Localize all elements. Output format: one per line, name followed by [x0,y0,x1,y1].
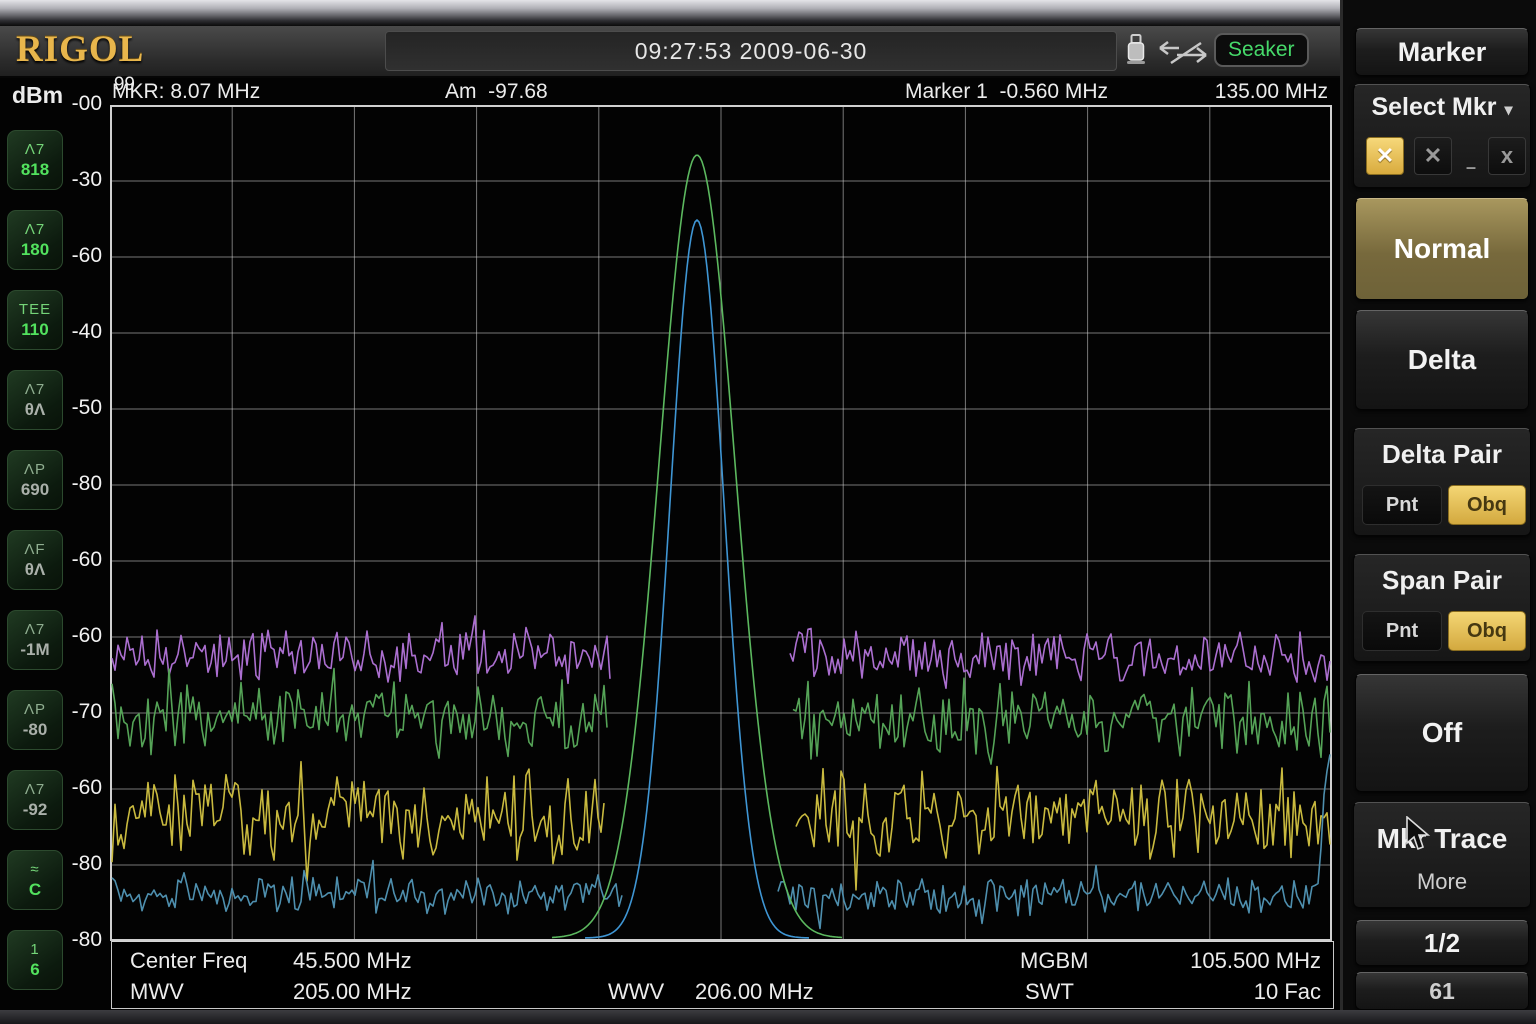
trace-key-value: -1M [20,640,49,660]
clock-text: 09:27:53 2009-06-30 [635,38,868,65]
vbw-label: MWV [130,979,184,1005]
trace-style-icon: TEE [19,300,51,320]
trace-style-icon: Λ7 [25,620,45,640]
trace-key-value: 110 [21,320,48,340]
marker-amplitude-readout: Am -97.68 [445,80,548,104]
trace-noise-green [793,678,1330,764]
trace-key-value: 690 [21,480,49,500]
trace-key-value: -80 [23,720,48,740]
normal-button[interactable]: Normal [1355,198,1529,300]
softkey-menu: Marker Select Mkr▾ ✕✕–x Normal Delta Del… [1340,0,1536,1024]
trace-key-button[interactable]: ≈C [7,850,63,910]
trace-peak-blue [585,220,809,938]
trace-key-button[interactable]: TEE110 [7,290,63,350]
speaker-status-badge: Seaker [1214,33,1309,67]
delta-button[interactable]: Delta [1355,310,1529,410]
ref-osc-value: 206.00 MHz [695,979,814,1005]
trace-key-value: 180 [21,240,49,260]
trace-noise-yellow [796,767,1330,890]
display-screen: dBm 99 MKR: 8.07 MHz Am -97.68 Marker 1 … [0,78,1340,1010]
trace-key-button[interactable]: Λ7-92 [7,770,63,830]
ref-osc-label: WWV [608,979,664,1005]
chevron-down-icon: ▾ [1505,102,1513,119]
delta-pair-delta-button[interactable]: Obq [1448,485,1526,525]
trace-style-icon: Λ7 [25,220,45,240]
menu-title-marker: Marker [1355,28,1529,76]
trace-key-button[interactable]: Λ7-1M [7,610,63,670]
delta-pair-panel[interactable]: Delta Pair Pnt Obq [1353,428,1531,536]
trace-key-button[interactable]: ΛP690 [7,450,63,510]
trace-key-value: θΛ [25,400,46,420]
trace-key-value: -92 [23,800,48,820]
trace-key-button[interactable]: Λ7θΛ [7,370,63,430]
mkr-trace-label: Mkr Trace [1354,823,1530,855]
trace-style-icon: ΛF [24,540,45,560]
bottom-info-box: Center Freq 45.500 MHz MGBM 105.500 MHz … [111,941,1334,1009]
trace-key-button[interactable]: ΛFθΛ [7,530,63,590]
select-mkr-label: Select Mkr▾ [1354,93,1530,122]
trace-noise-purple [112,616,610,683]
marker-slot-button[interactable]: ✕ [1414,137,1452,175]
usb-icon [1125,33,1147,74]
trace-key-button[interactable]: ΛP-80 [7,690,63,750]
trace-style-icon: ΛP [24,460,46,480]
speaker-label: Seaker [1228,38,1295,62]
mouse-cursor-icon [1404,816,1432,857]
span-pair-panel[interactable]: Span Pair Pnt Obq [1353,554,1531,662]
header-bar: RIGOL 09:27:53 2009-06-30 Seaker [0,26,1340,78]
stop-freq-value: 105.500 MHz [1190,948,1321,974]
marker-slot-button[interactable]: x [1488,137,1526,175]
top-bezel [0,0,1536,26]
trace-key-button[interactable]: Λ7818 [7,130,63,190]
trace-key-button[interactable]: Λ7180 [7,210,63,270]
delta-pair-label: Delta Pair [1354,439,1530,470]
clock-panel: 09:27:53 2009-06-30 [385,31,1117,71]
trace-noise-blue [112,861,622,915]
y-axis-label: -00 [36,92,102,116]
center-freq-label: Center Freq [130,948,247,974]
trace-key-value: 6 [30,960,39,980]
span-pair-label: Span Pair [1354,565,1530,596]
trace-style-icon: ΛP [24,700,46,720]
rigol-logo: RIGOL [16,28,144,71]
transfer-arrows-icon [1157,39,1209,70]
page-note-button[interactable]: 61 [1355,972,1529,1010]
trace-style-icon: 1 [30,940,39,960]
spectrum-plot [110,105,1332,941]
trace-key-value: 818 [21,160,49,180]
delta-pair-ref-button[interactable]: Pnt [1362,485,1442,525]
select-mkr-panel[interactable]: Select Mkr▾ ✕✕–x [1353,84,1531,188]
mkr-trace-button[interactable]: Mkr Trace More [1353,802,1531,908]
rbw-label: MGBM [1020,948,1088,974]
swt-label: SWT [1025,979,1074,1005]
page-button[interactable]: 1/2 [1355,920,1529,966]
more-label: More [1354,869,1530,895]
vbw-value: 205.00 MHz [293,979,412,1005]
off-button[interactable]: Off [1355,674,1529,792]
trace-style-icon: Λ7 [25,140,45,160]
bottom-bezel [0,1010,1536,1024]
trace-style-icon: ≈ [30,860,39,880]
spectrum-analyzer-device: RIGOL 09:27:53 2009-06-30 Seaker dBm 99 … [0,0,1536,1024]
trace-noise-yellow [112,762,604,882]
center-freq-value: 45.500 MHz [293,948,412,974]
trace-style-icon: Λ7 [25,780,45,800]
swt-value: 10 Fac [1254,979,1321,1005]
span-pair-stop-button[interactable]: Obq [1448,611,1526,651]
trace-noise-blue [778,754,1330,928]
marker-slot-button[interactable]: ✕ [1366,137,1404,175]
marker1-readout: Marker 1 -0.560 MHz [905,80,1108,104]
trace-key-value: θΛ [25,560,46,580]
trace-key-value: C [29,880,41,900]
trace-key-button[interactable]: 16 [7,930,63,990]
trace-style-icon: Λ7 [25,380,45,400]
marker-slot-button[interactable]: – [1464,149,1478,185]
marker-freq-readout: MKR: 8.07 MHz [112,80,260,104]
span-pair-start-button[interactable]: Pnt [1362,611,1442,651]
span-right-readout: 135.00 MHz [1200,80,1328,104]
